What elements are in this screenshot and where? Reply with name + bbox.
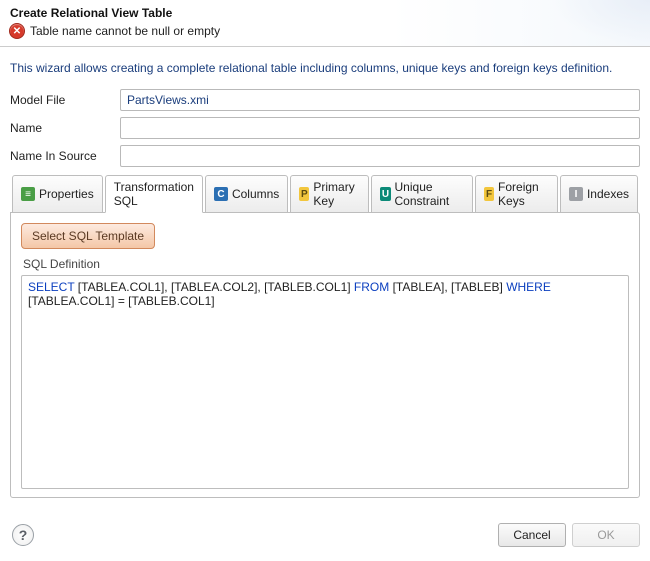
tab-properties[interactable]: ≡ Properties xyxy=(12,175,103,213)
tab-indexes[interactable]: I Indexes xyxy=(560,175,638,213)
ok-button[interactable]: OK xyxy=(572,523,640,547)
sql-definition-label: SQL Definition xyxy=(23,257,629,271)
sql-columns: [TABLEA.COL1], [TABLEA.COL2], [TABLEB.CO… xyxy=(74,280,353,294)
tab-label: Transformation SQL xyxy=(114,180,194,208)
tab-transformation-sql[interactable]: Transformation SQL xyxy=(105,175,203,213)
help-icon[interactable]: ? xyxy=(12,524,34,546)
wizard-instruction: This wizard allows creating a complete r… xyxy=(10,61,640,75)
unique-constraint-icon: U xyxy=(380,187,390,201)
tab-panel-transformation-sql: Select SQL Template SQL Definition SELEC… xyxy=(10,212,640,498)
cancel-button[interactable]: Cancel xyxy=(498,523,566,547)
tab-primary-key[interactable]: P Primary Key xyxy=(290,175,369,213)
primary-key-icon: P xyxy=(299,187,309,201)
tab-label: Primary Key xyxy=(313,180,360,208)
columns-icon: C xyxy=(214,187,228,201)
sql-keyword-from: FROM xyxy=(354,280,389,294)
sql-tables: [TABLEA], [TABLEB] xyxy=(389,280,506,294)
tab-label: Columns xyxy=(232,187,279,201)
name-in-source-field[interactable] xyxy=(120,145,640,167)
tab-foreign-keys[interactable]: F Foreign Keys xyxy=(475,175,558,213)
tab-bar: ≡Properties Transformation SQL CColumns … xyxy=(10,175,640,213)
foreign-keys-icon: F xyxy=(484,187,494,201)
sql-condition: [TABLEA.COL1] = [TABLEB.COL1] xyxy=(28,294,215,308)
sql-keyword-where: WHERE xyxy=(506,280,551,294)
error-line: ✕ Table name cannot be null or empty xyxy=(10,24,640,38)
indexes-icon: I xyxy=(569,187,583,201)
tab-label: Properties xyxy=(39,187,94,201)
name-label: Name xyxy=(10,121,120,135)
dialog-title: Create Relational View Table xyxy=(10,6,640,20)
model-file-field xyxy=(120,89,640,111)
error-icon: ✕ xyxy=(10,24,24,38)
select-sql-template-button[interactable]: Select SQL Template xyxy=(21,223,155,249)
sql-definition-editor[interactable]: SELECT [TABLEA.COL1], [TABLEA.COL2], [TA… xyxy=(21,275,629,489)
dialog-header: Create Relational View Table ✕ Table nam… xyxy=(0,0,650,47)
tab-columns[interactable]: C Columns xyxy=(205,175,288,213)
name-in-source-label: Name In Source xyxy=(10,149,120,163)
tab-label: Unique Constraint xyxy=(395,180,464,208)
sql-keyword-select: SELECT xyxy=(28,280,74,294)
model-file-label: Model File xyxy=(10,93,120,107)
properties-icon: ≡ xyxy=(21,187,35,201)
tab-unique-constraint[interactable]: U Unique Constraint xyxy=(371,175,473,213)
dialog-content: This wizard allows creating a complete r… xyxy=(0,47,650,502)
error-message: Table name cannot be null or empty xyxy=(30,24,220,38)
tab-label: Indexes xyxy=(587,187,629,201)
name-field[interactable] xyxy=(120,117,640,139)
tab-label: Foreign Keys xyxy=(498,180,549,208)
dialog-footer: ? Cancel OK xyxy=(0,513,650,561)
